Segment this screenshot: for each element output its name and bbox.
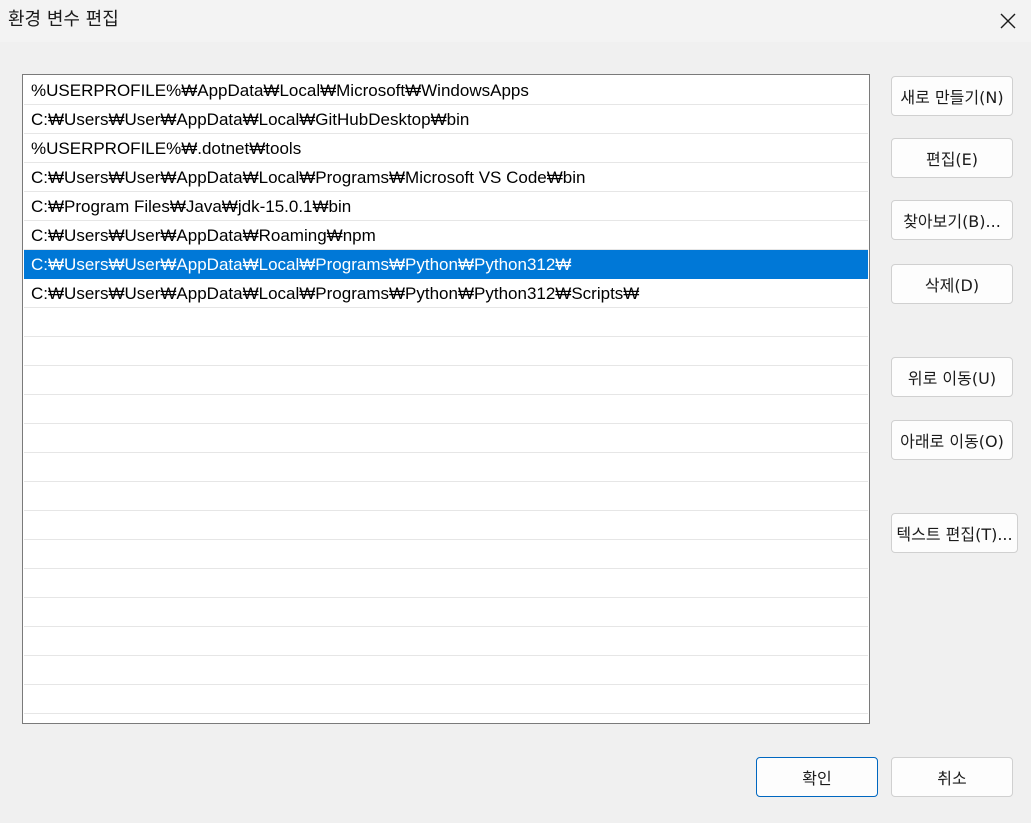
path-list-item[interactable]: %USERPROFILE%₩.dotnet₩tools: [24, 134, 868, 163]
delete-button[interactable]: 삭제(D): [891, 264, 1013, 304]
edit-environment-variable-dialog: 환경 변수 편집 %USERPROFILE%₩AppData₩Local₩Mic…: [0, 0, 1031, 823]
path-list-item[interactable]: C:₩Users₩User₩AppData₩Local₩Programs₩Pyt…: [24, 250, 868, 279]
browse-button[interactable]: 찾아보기(B)...: [891, 200, 1013, 240]
path-list-item[interactable]: C:₩Users₩User₩AppData₩Local₩Programs₩Pyt…: [24, 279, 868, 308]
path-list-item[interactable]: C:₩Users₩User₩AppData₩Roaming₩npm: [24, 221, 868, 250]
empty-list-row[interactable]: [24, 569, 868, 598]
dialog-title: 환경 변수 편집: [8, 9, 119, 30]
empty-list-row[interactable]: [24, 337, 868, 366]
empty-list-row[interactable]: [24, 656, 868, 685]
empty-list-row[interactable]: [24, 453, 868, 482]
new-button[interactable]: 새로 만들기(N): [891, 76, 1013, 116]
cancel-button[interactable]: 취소: [891, 757, 1013, 797]
empty-list-row[interactable]: [24, 395, 868, 424]
empty-list-row[interactable]: [24, 308, 868, 337]
empty-list-row[interactable]: [24, 482, 868, 511]
empty-list-row[interactable]: [24, 685, 868, 714]
edit-button[interactable]: 편집(E): [891, 138, 1013, 178]
empty-list-row[interactable]: [24, 511, 868, 540]
close-icon: [1000, 13, 1016, 29]
ok-button[interactable]: 확인: [756, 757, 878, 797]
empty-list-row[interactable]: [24, 424, 868, 453]
title-bar: 환경 변수 편집: [0, 0, 1031, 42]
empty-list-row[interactable]: [24, 627, 868, 656]
close-button[interactable]: [985, 0, 1031, 42]
path-list-item[interactable]: %USERPROFILE%₩AppData₩Local₩Microsoft₩Wi…: [24, 76, 868, 105]
edit-text-button[interactable]: 텍스트 편집(T)...: [891, 513, 1018, 553]
path-list[interactable]: %USERPROFILE%₩AppData₩Local₩Microsoft₩Wi…: [22, 74, 870, 724]
empty-list-row[interactable]: [24, 540, 868, 569]
path-list-item[interactable]: C:₩Users₩User₩AppData₩Local₩Programs₩Mic…: [24, 163, 868, 192]
move-down-button[interactable]: 아래로 이동(O): [891, 420, 1013, 460]
empty-list-row[interactable]: [24, 598, 868, 627]
move-up-button[interactable]: 위로 이동(U): [891, 357, 1013, 397]
empty-list-row[interactable]: [24, 366, 868, 395]
path-list-item[interactable]: C:₩Program Files₩Java₩jdk-15.0.1₩bin: [24, 192, 868, 221]
path-list-item[interactable]: C:₩Users₩User₩AppData₩Local₩GitHubDeskto…: [24, 105, 868, 134]
